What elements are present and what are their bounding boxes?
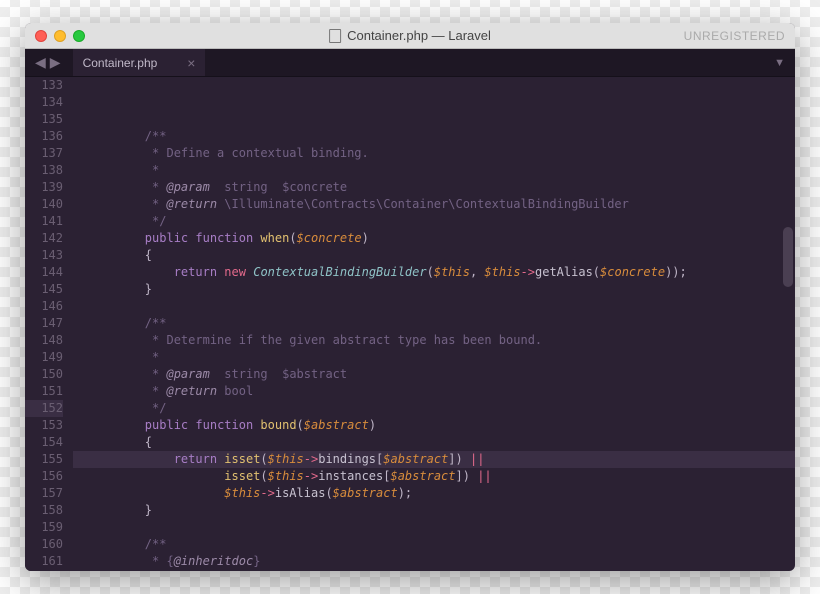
title-text: Container.php — Laravel xyxy=(347,28,491,43)
window-controls xyxy=(35,30,85,42)
code-line[interactable]: * @return bool xyxy=(73,383,795,400)
line-number: 137 xyxy=(25,145,63,162)
file-icon xyxy=(329,29,341,43)
code-content[interactable]: /** * Define a contextual binding. * * @… xyxy=(73,77,795,571)
line-number: 151 xyxy=(25,383,63,400)
scrollbar-thumb[interactable] xyxy=(783,227,793,287)
code-line[interactable]: return isset($this->bindings[$abstract])… xyxy=(73,451,795,468)
line-number: 149 xyxy=(25,349,63,366)
code-line[interactable] xyxy=(73,298,795,315)
line-number: 146 xyxy=(25,298,63,315)
code-line[interactable]: { xyxy=(73,434,795,451)
tab-close-icon[interactable]: × xyxy=(187,55,195,71)
minimize-icon[interactable] xyxy=(54,30,66,42)
tab-active[interactable]: Container.php × xyxy=(73,49,206,76)
line-number: 145 xyxy=(25,281,63,298)
line-number: 140 xyxy=(25,196,63,213)
code-line[interactable]: * @param string $abstract xyxy=(73,366,795,383)
line-number: 153 xyxy=(25,417,63,434)
line-number: 159 xyxy=(25,519,63,536)
nav-back-icon[interactable]: ◀ xyxy=(35,54,46,71)
line-number: 144 xyxy=(25,264,63,281)
line-number: 136 xyxy=(25,128,63,145)
code-line[interactable]: * Define a contextual binding. xyxy=(73,145,795,162)
line-number: 161 xyxy=(25,553,63,570)
code-line[interactable]: */ xyxy=(73,213,795,230)
line-number: 152 xyxy=(25,400,63,417)
nav-arrows: ◀ ▶ xyxy=(35,54,61,71)
line-number: 157 xyxy=(25,485,63,502)
line-number: 135 xyxy=(25,111,63,128)
line-number: 141 xyxy=(25,213,63,230)
line-number-gutter: 1331341351361371381391401411421431441451… xyxy=(25,77,73,571)
code-line[interactable]: } xyxy=(73,502,795,519)
tab-label: Container.php xyxy=(83,56,158,70)
code-line[interactable]: public function when($concrete) xyxy=(73,230,795,247)
code-line[interactable] xyxy=(73,519,795,536)
window-title: Container.php — Laravel xyxy=(329,28,491,43)
code-line[interactable]: /** xyxy=(73,315,795,332)
nav-forward-icon[interactable]: ▶ xyxy=(50,54,61,71)
code-line[interactable]: * {@inheritdoc} xyxy=(73,553,795,570)
line-number: 158 xyxy=(25,502,63,519)
code-line[interactable]: */ xyxy=(73,570,795,571)
code-line[interactable]: * @return \Illuminate\Contracts\Containe… xyxy=(73,196,795,213)
line-number: 142 xyxy=(25,230,63,247)
line-number: 147 xyxy=(25,315,63,332)
line-number: 150 xyxy=(25,366,63,383)
zoom-icon[interactable] xyxy=(73,30,85,42)
code-line[interactable]: /** xyxy=(73,536,795,553)
code-line[interactable]: /** xyxy=(73,128,795,145)
code-line[interactable]: * xyxy=(73,349,795,366)
code-line[interactable]: * Determine if the given abstract type h… xyxy=(73,332,795,349)
editor-window: Container.php — Laravel UNREGISTERED ◀ ▶… xyxy=(25,23,795,571)
code-line[interactable]: * @param string $concrete xyxy=(73,179,795,196)
close-icon[interactable] xyxy=(35,30,47,42)
code-line[interactable]: { xyxy=(73,247,795,264)
code-line[interactable]: * xyxy=(73,162,795,179)
code-line[interactable]: $this->isAlias($abstract); xyxy=(73,485,795,502)
line-number: 143 xyxy=(25,247,63,264)
line-number: 133 xyxy=(25,77,63,94)
line-number: 134 xyxy=(25,94,63,111)
tab-menu-icon[interactable]: ▼ xyxy=(774,57,785,69)
line-number: 160 xyxy=(25,536,63,553)
line-number: 148 xyxy=(25,332,63,349)
registration-status: UNREGISTERED xyxy=(684,29,785,43)
line-number: 139 xyxy=(25,179,63,196)
code-line[interactable]: } xyxy=(73,281,795,298)
line-number: 154 xyxy=(25,434,63,451)
code-line[interactable]: public function bound($abstract) xyxy=(73,417,795,434)
code-line[interactable]: return new ContextualBindingBuilder($thi… xyxy=(73,264,795,281)
titlebar: Container.php — Laravel UNREGISTERED xyxy=(25,23,795,49)
tab-bar: ◀ ▶ Container.php × ▼ xyxy=(25,49,795,77)
editor-area[interactable]: 1331341351361371381391401411421431441451… xyxy=(25,77,795,571)
line-number: 138 xyxy=(25,162,63,179)
code-line[interactable]: */ xyxy=(73,400,795,417)
code-line[interactable]: isset($this->instances[$abstract]) || xyxy=(73,468,795,485)
line-number: 155 xyxy=(25,451,63,468)
line-number: 156 xyxy=(25,468,63,485)
